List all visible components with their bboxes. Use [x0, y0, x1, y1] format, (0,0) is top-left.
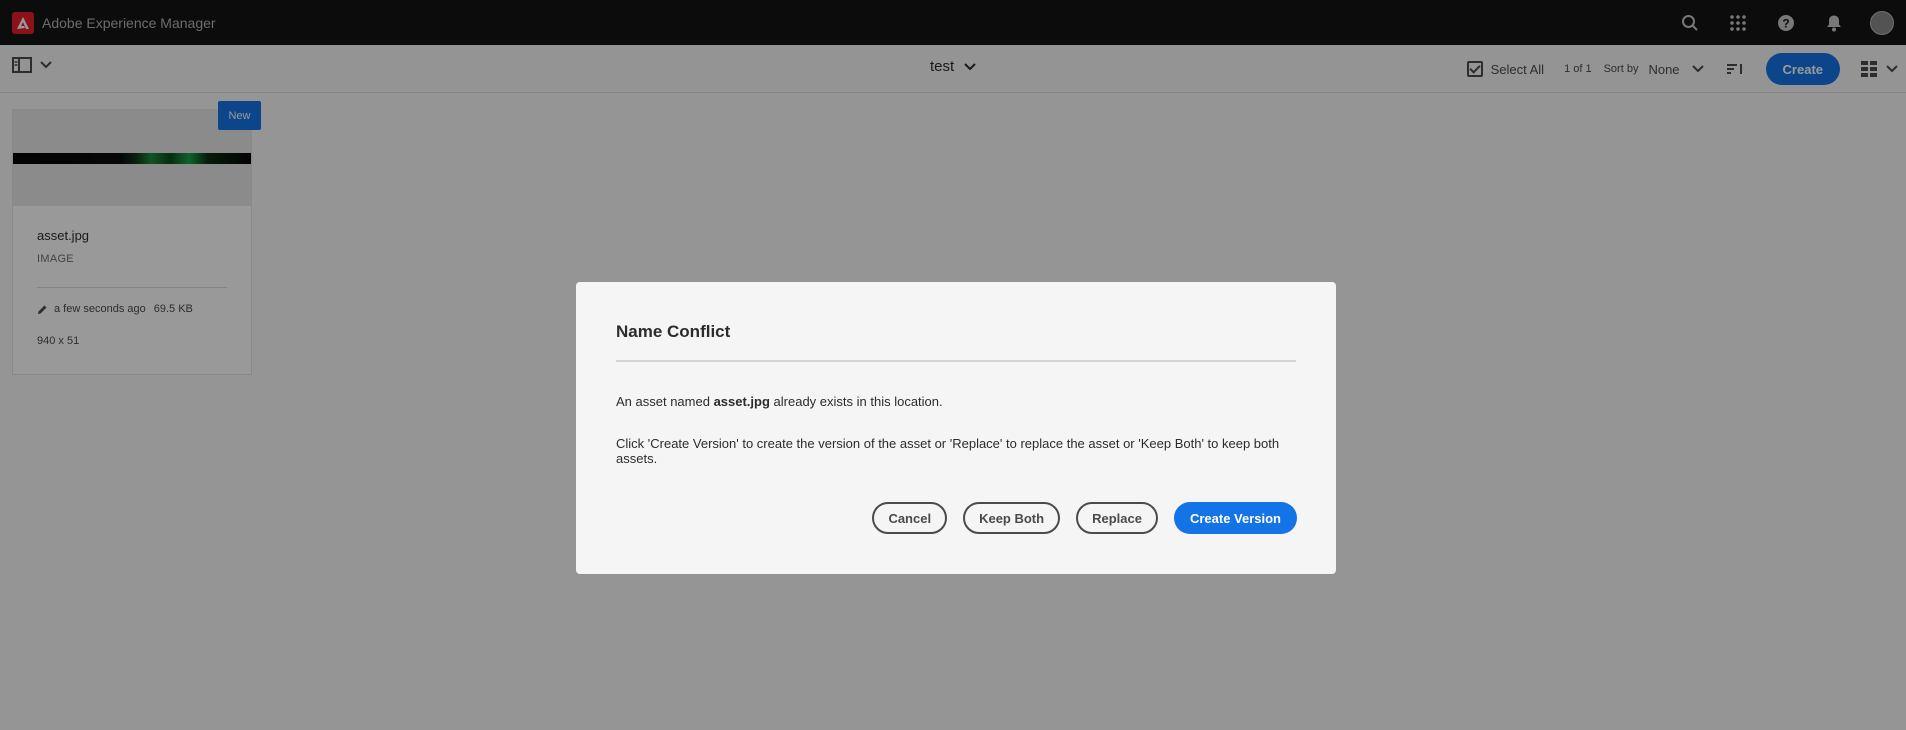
keep-both-button[interactable]: Keep Both — [963, 502, 1061, 534]
dialog-title: Name Conflict — [616, 322, 731, 341]
message-prefix: An asset named — [616, 394, 714, 409]
create-version-button[interactable]: Create Version — [1173, 502, 1297, 534]
cancel-button[interactable]: Cancel — [872, 502, 948, 534]
dialog-instructions: Click 'Create Version' to create the ver… — [616, 436, 1280, 466]
replace-button[interactable]: Replace — [1076, 502, 1158, 534]
message-suffix: already exists in this location. — [769, 394, 943, 409]
conflict-filename: asset.jpg — [713, 394, 770, 409]
name-conflict-dialog: Name Conflict An asset named asset.jpg a… — [576, 282, 1336, 574]
dialog-footer: Cancel Keep Both Replace Create Version — [872, 502, 1297, 534]
dialog-divider — [616, 360, 1296, 362]
dialog-message: An asset named asset.jpg already exists … — [616, 394, 1296, 409]
